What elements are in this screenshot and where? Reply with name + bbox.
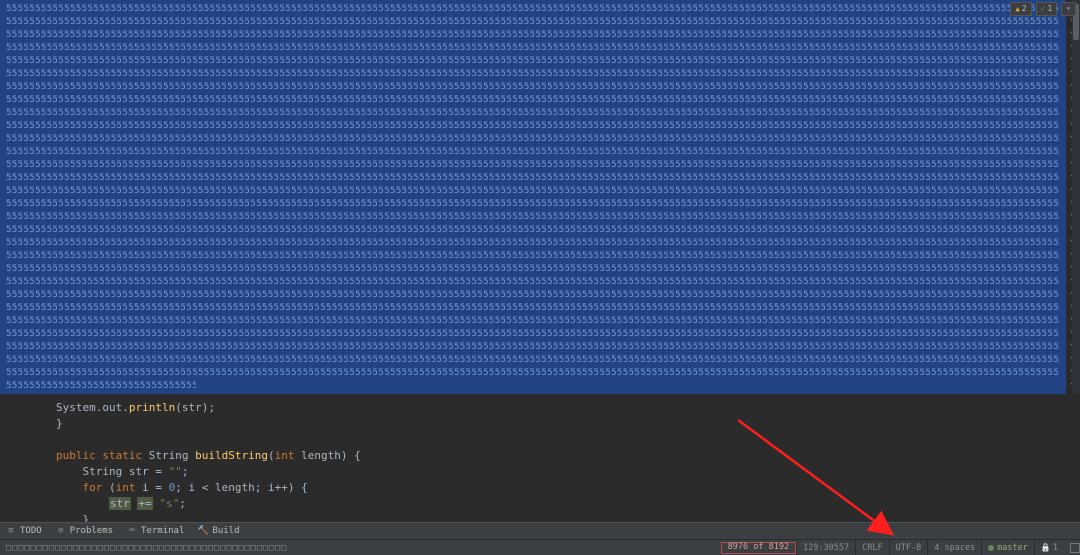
code-line[interactable]: public static String buildString(int len… [56,448,1080,464]
code-line[interactable]: String str = ""; [56,464,1080,480]
selected-noise-line: 5555555555555555555555555555555555555555… [6,146,1060,159]
selected-noise-line: 5555555555555555555555555555555555555555… [6,3,1060,16]
code-line[interactable]: System.out.println(str); [56,400,1080,416]
selected-noise-line: 5555555555555555555555555555555555555555… [6,185,1060,198]
code-line[interactable]: } [56,416,1080,432]
selected-noise-line: 5555555555555555555555555555555555555555… [6,198,1060,211]
selected-noise-line: 5555555555555555555555555555555555555555… [6,68,1060,81]
selected-noise-line: 5555555555555555555555555555555555555555… [6,289,1060,302]
status-tail-icon[interactable] [1070,543,1080,553]
toolwindow-problems[interactable]: ⊘ Problems [56,526,113,536]
toolwindow-bar: ≡ TODO ⊘ Problems ⌨ Terminal 🔨 Build [0,522,1080,539]
toolwindow-label: TODO [20,526,42,536]
code-line[interactable]: str += "s"; [56,496,1080,512]
indent-setting[interactable]: 4 spaces [927,540,981,555]
caret-position[interactable]: 129:30557 [796,540,855,555]
selected-noise-line: 5555555555555555555555555555555555555555… [6,120,1060,133]
selected-noise-line: 5555555555555555555555555555555555555555… [6,16,1060,29]
toolwindow-build[interactable]: 🔨 Build [198,526,239,536]
build-icon: 🔨 [198,526,208,536]
selected-noise-line: 5555555555555555555555555555555555555555… [6,55,1060,68]
selected-noise-line: 5555555555555555555555555555555555555555… [6,367,1060,380]
selected-noise-line: 5555555555555555555555555555555555555555… [6,133,1060,146]
toolwindow-label: Terminal [141,526,184,536]
selected-noise-line: 5555555555555555555555555555555555555555… [6,263,1060,276]
highlighted-token[interactable]: str [109,497,131,510]
toolwindow-label: Build [212,526,239,536]
selected-noise-line: 5555555555555555555555555555555555555555… [6,159,1060,172]
todo-icon: ≡ [6,526,16,536]
code-line[interactable] [56,432,1080,448]
branch-name: master [997,543,1028,553]
selected-noise-line: 5555555555555555555555555555555555555555… [6,107,1060,120]
warning-count-badge[interactable]: 2 [1010,2,1031,16]
inspection-badges[interactable]: 2 1 [1010,2,1076,16]
memory-indicator[interactable]: 8976 of 8192 [721,542,796,554]
toolwindow-todo[interactable]: ≡ TODO [6,526,42,536]
selected-noise-line: 5555555555555555555555555555555555555555… [6,29,1060,42]
editor-code-area[interactable]: System.out.println(str); } public static… [0,394,1080,522]
selected-noise-line: 5555555555555555555555555555555555555555… [6,341,1060,354]
problems-icon: ⊘ [56,526,66,536]
toolwindow-label: Problems [70,526,113,536]
editor-right-gutter: ↲↲↲↲↲↲↲↲↲↲↲↲↲↲↲↲↲↲↲↲↲↲↲↲↲↲↲↲↲↲ [1066,0,1080,394]
selected-noise-line: 5555555555555555555555555555555555555555… [6,276,1060,289]
editor-vertical-scrollbar[interactable] [1072,0,1080,394]
file-encoding[interactable]: UTF-8 [889,540,928,555]
selected-noise-line: 5555555555555555555555555555555555555555… [6,42,1060,55]
readonly-lock[interactable]: 1 [1034,540,1064,555]
selected-noise-line: 5555555555555555555555555555555555555555… [6,354,1060,367]
selected-noise-line: 5555555555555555555555555555555555555555… [6,224,1060,237]
line-separator[interactable]: CRLF [855,540,888,555]
git-branch[interactable]: master [981,540,1034,555]
selected-noise-line: 5555555555555555555555555555555555555555 [6,380,196,393]
inspection-menu-toggle[interactable] [1061,2,1076,16]
selected-noise-line: 5555555555555555555555555555555555555555… [6,237,1060,250]
editor-selection-block[interactable]: 5555555555555555555555555555555555555555… [0,0,1066,394]
toolwindow-terminal[interactable]: ⌨ Terminal [127,526,184,536]
selected-noise-line: 5555555555555555555555555555555555555555… [6,302,1060,315]
status-bar: □□□□□□□□□□□□□□□□□□□□□□□□□□□□□□□□□□□□□□□□… [0,539,1080,555]
terminal-icon: ⌨ [127,526,137,536]
ok-count-badge[interactable]: 1 [1036,2,1058,16]
branch-dot-icon [988,545,994,551]
selected-noise-line: 5555555555555555555555555555555555555555… [6,211,1060,224]
selected-noise-line: 5555555555555555555555555555555555555555… [6,250,1060,263]
selected-noise-line: 5555555555555555555555555555555555555555… [6,328,1060,341]
selected-noise-line: 5555555555555555555555555555555555555555… [6,81,1060,94]
status-progress: □□□□□□□□□□□□□□□□□□□□□□□□□□□□□□□□□□□□□□□□… [0,543,287,553]
selected-noise-line: 5555555555555555555555555555555555555555… [6,315,1060,328]
selected-noise-line: 5555555555555555555555555555555555555555… [6,94,1060,107]
code-line[interactable]: for (int i = 0; i < length; i++) { [56,480,1080,496]
selected-noise-line: 5555555555555555555555555555555555555555… [6,172,1060,185]
